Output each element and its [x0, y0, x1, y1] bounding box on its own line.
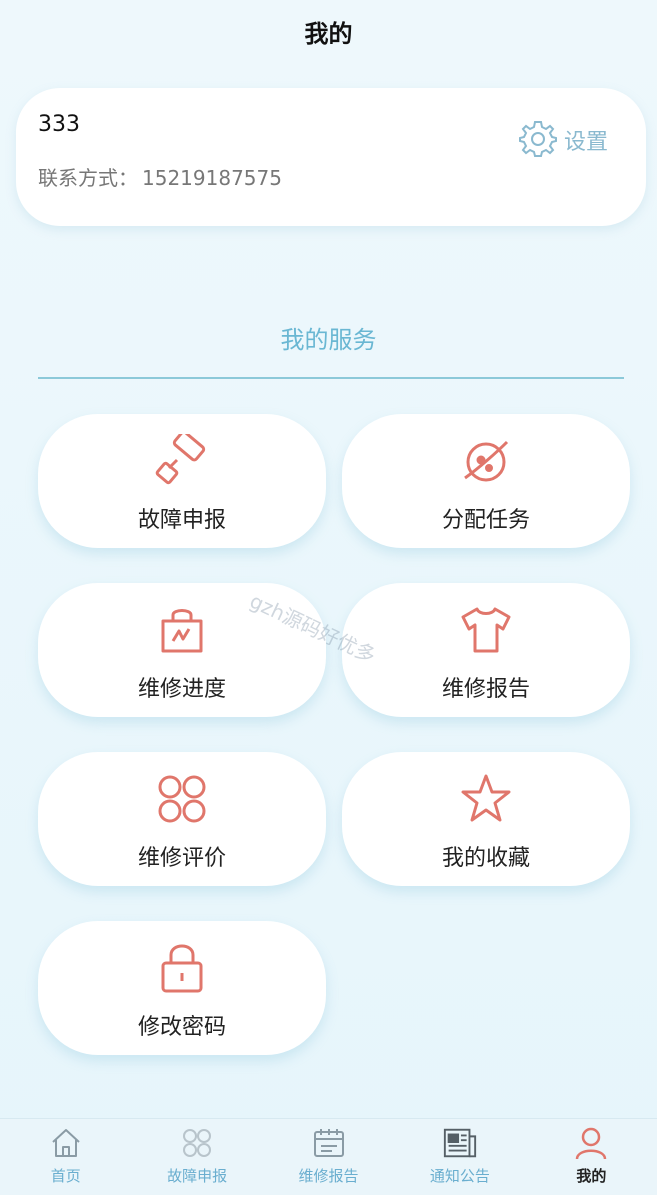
tab-notice[interactable]: 通知公告 [394, 1119, 525, 1195]
tab-label: 通知公告 [429, 1167, 490, 1185]
top-bar: 我的 [0, 0, 657, 62]
lock-icon [155, 941, 209, 995]
tab-mine[interactable]: 我的 [526, 1119, 657, 1195]
settings-button[interactable]: 设置 [518, 118, 608, 162]
services-section-title: 我的服务 [280, 326, 377, 354]
newspaper-icon [442, 1125, 478, 1161]
tab-fault-report[interactable]: 故障申报 [131, 1119, 262, 1195]
gear-icon [518, 118, 558, 162]
user-name: 333 [38, 112, 80, 137]
tshirt-icon [459, 603, 513, 657]
service-repair-review-button[interactable]: 维修评价 [38, 752, 326, 886]
grid-flower-icon [179, 1125, 215, 1161]
service-label: 维修进度 [137, 677, 226, 702]
section-divider [38, 377, 624, 379]
app-root: 我的 333 联系方式： 15219187575 设置 我的服务 故障申报 分配… [0, 0, 657, 1195]
tab-label: 维修报告 [298, 1167, 359, 1185]
settings-label: 设置 [563, 130, 608, 155]
service-fault-report-button[interactable]: 故障申报 [38, 414, 326, 548]
contact-label: 联系方式： [38, 166, 138, 190]
service-label: 我的收藏 [441, 846, 530, 871]
tab-repair-report[interactable]: 维修报告 [263, 1119, 394, 1195]
calendar-icon [311, 1125, 347, 1161]
home-icon [48, 1125, 84, 1161]
service-label: 修改密码 [137, 1015, 226, 1040]
user-icon [573, 1125, 609, 1161]
contact-value: 15219187575 [142, 166, 282, 190]
tab-label: 我的 [576, 1167, 607, 1185]
service-label: 维修报告 [441, 677, 530, 702]
service-assign-task-button[interactable]: 分配任务 [342, 414, 630, 548]
tab-home[interactable]: 首页 [0, 1119, 131, 1195]
service-label: 分配任务 [441, 508, 530, 533]
four-circles-icon [155, 772, 209, 826]
page-title: 我的 [304, 19, 353, 48]
service-repair-report-button[interactable]: 维修报告 [342, 583, 630, 717]
planet-icon [459, 434, 513, 488]
bottom-tab-bar: 首页 故障申报 维修报告 通知公告 我的 [0, 1118, 657, 1195]
service-change-password-button[interactable]: 修改密码 [38, 921, 326, 1055]
profile-card: 333 联系方式： 15219187575 设置 [16, 88, 646, 226]
service-label: 故障申报 [137, 508, 226, 533]
service-label: 维修评价 [137, 846, 226, 871]
star-icon [459, 772, 513, 826]
tab-label: 故障申报 [167, 1167, 228, 1185]
service-favorites-button[interactable]: 我的收藏 [342, 752, 630, 886]
contact-info: 联系方式： 15219187575 [38, 162, 282, 191]
tab-label: 首页 [50, 1167, 81, 1185]
shopping-bag-icon [155, 603, 209, 657]
paint-roller-icon [155, 434, 209, 488]
